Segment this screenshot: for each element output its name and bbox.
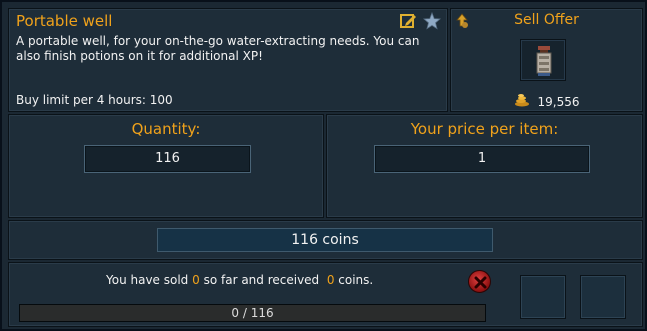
item-name: Portable well <box>16 12 113 30</box>
total-value: 116 coins <box>157 228 493 252</box>
quantity-label: Quantity: <box>131 120 201 138</box>
buy-limit: Buy limit per 4 hours: 100 <box>16 93 173 107</box>
grand-exchange-offer-window: Portable well A portable well, for your … <box>0 0 647 331</box>
offer-summary-panel: Sell Offer 19,556 <box>450 8 643 112</box>
offer-status-panel: You have sold 0 so far and received 0 co… <box>8 262 643 327</box>
status-text: You have sold 0 so far and received 0 co… <box>106 273 373 287</box>
collect-slot-1[interactable] <box>520 275 566 319</box>
abort-offer-button[interactable] <box>468 270 491 293</box>
price-panel: Your price per item: 1 <box>326 114 643 218</box>
price-label: Your price per item: <box>410 120 559 138</box>
market-price: 19,556 <box>451 93 642 110</box>
coins-icon <box>514 93 530 110</box>
status-prefix: You have sold <box>106 273 193 287</box>
edit-note-icon[interactable] <box>399 12 417 30</box>
price-input[interactable]: 1 <box>374 145 590 173</box>
status-middle: so far and received <box>199 273 327 287</box>
collect-slot-2[interactable] <box>580 275 626 319</box>
quantity-panel: Quantity: 116 <box>8 114 324 218</box>
item-actions <box>399 12 441 30</box>
total-panel: 116 coins <box>8 220 643 260</box>
favourite-star-icon[interactable] <box>423 12 441 30</box>
progress-text: 0 / 116 <box>231 306 274 320</box>
progress-bar: 0 / 116 <box>19 304 486 322</box>
item-description: A portable well, for your on-the-go wate… <box>16 34 420 63</box>
sold-count: 0 <box>192 273 200 287</box>
item-slot <box>520 39 566 81</box>
item-info-panel: Portable well A portable well, for your … <box>8 8 448 112</box>
quantity-input[interactable]: 116 <box>84 145 251 173</box>
market-price-value: 19,556 <box>537 94 580 109</box>
status-suffix: coins. <box>334 273 374 287</box>
offer-title: Sell Offer <box>514 12 579 28</box>
